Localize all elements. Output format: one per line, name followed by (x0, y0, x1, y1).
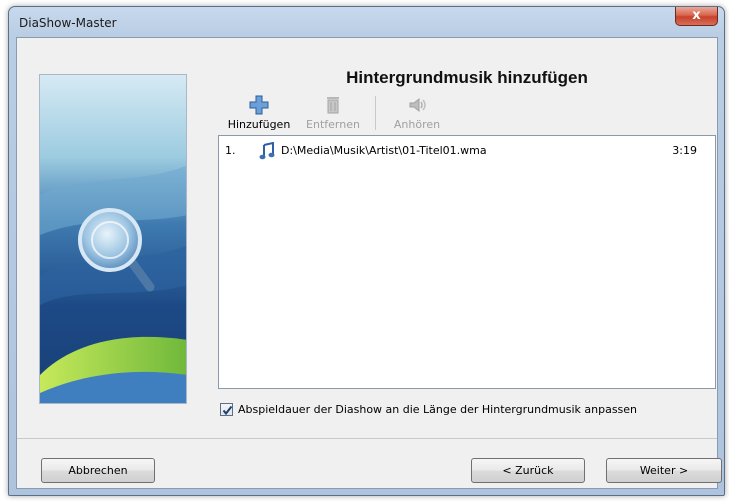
listen-button[interactable]: Anhören (387, 94, 447, 131)
back-button[interactable]: < Zurück (471, 458, 585, 483)
toolbar-separator (375, 96, 376, 130)
add-label: Hinzufügen (227, 118, 291, 131)
list-item[interactable]: 1. D:\Media\Musik\Artist\01-Titel01.wma … (219, 142, 715, 160)
add-button[interactable]: Hinzufügen (225, 94, 293, 131)
fit-duration-checkbox[interactable] (220, 403, 233, 416)
wizard-banner-image (39, 74, 187, 404)
add-plus-icon (249, 95, 269, 115)
track-duration: 3:19 (672, 144, 697, 157)
banner-graphic (40, 75, 186, 403)
fit-duration-label: Abspieldauer der Diashow an die Länge de… (238, 403, 638, 416)
title-bar[interactable]: DiaShow-Master x (9, 7, 724, 37)
music-note-icon (259, 142, 275, 160)
dialog-content: Hintergrundmusik hinzufügen Hinzufügen E… (16, 37, 722, 489)
speaker-icon (409, 97, 426, 113)
trash-icon (327, 97, 339, 114)
next-button[interactable]: Weiter > (606, 458, 722, 483)
track-path: D:\Media\Musik\Artist\01-Titel01.wma (281, 144, 487, 157)
remove-button[interactable]: Entfernen (301, 94, 365, 131)
dialog-window: DiaShow-Master x Hintergrundmusik hinzuf… (8, 6, 725, 496)
music-track-list[interactable]: 1. D:\Media\Musik\Artist\01-Titel01.wma … (218, 135, 716, 389)
close-button[interactable]: x (675, 7, 718, 26)
window-title: DiaShow-Master (19, 16, 117, 30)
close-icon: x (692, 8, 701, 23)
cancel-button[interactable]: Abbrechen (41, 458, 155, 483)
track-index: 1. (225, 144, 236, 157)
button-bar-divider (17, 438, 717, 439)
remove-label: Entfernen (306, 118, 360, 131)
listen-label: Anhören (393, 118, 441, 131)
checkmark-icon (222, 405, 233, 416)
page-title: Hintergrundmusik hinzufügen (346, 68, 588, 87)
